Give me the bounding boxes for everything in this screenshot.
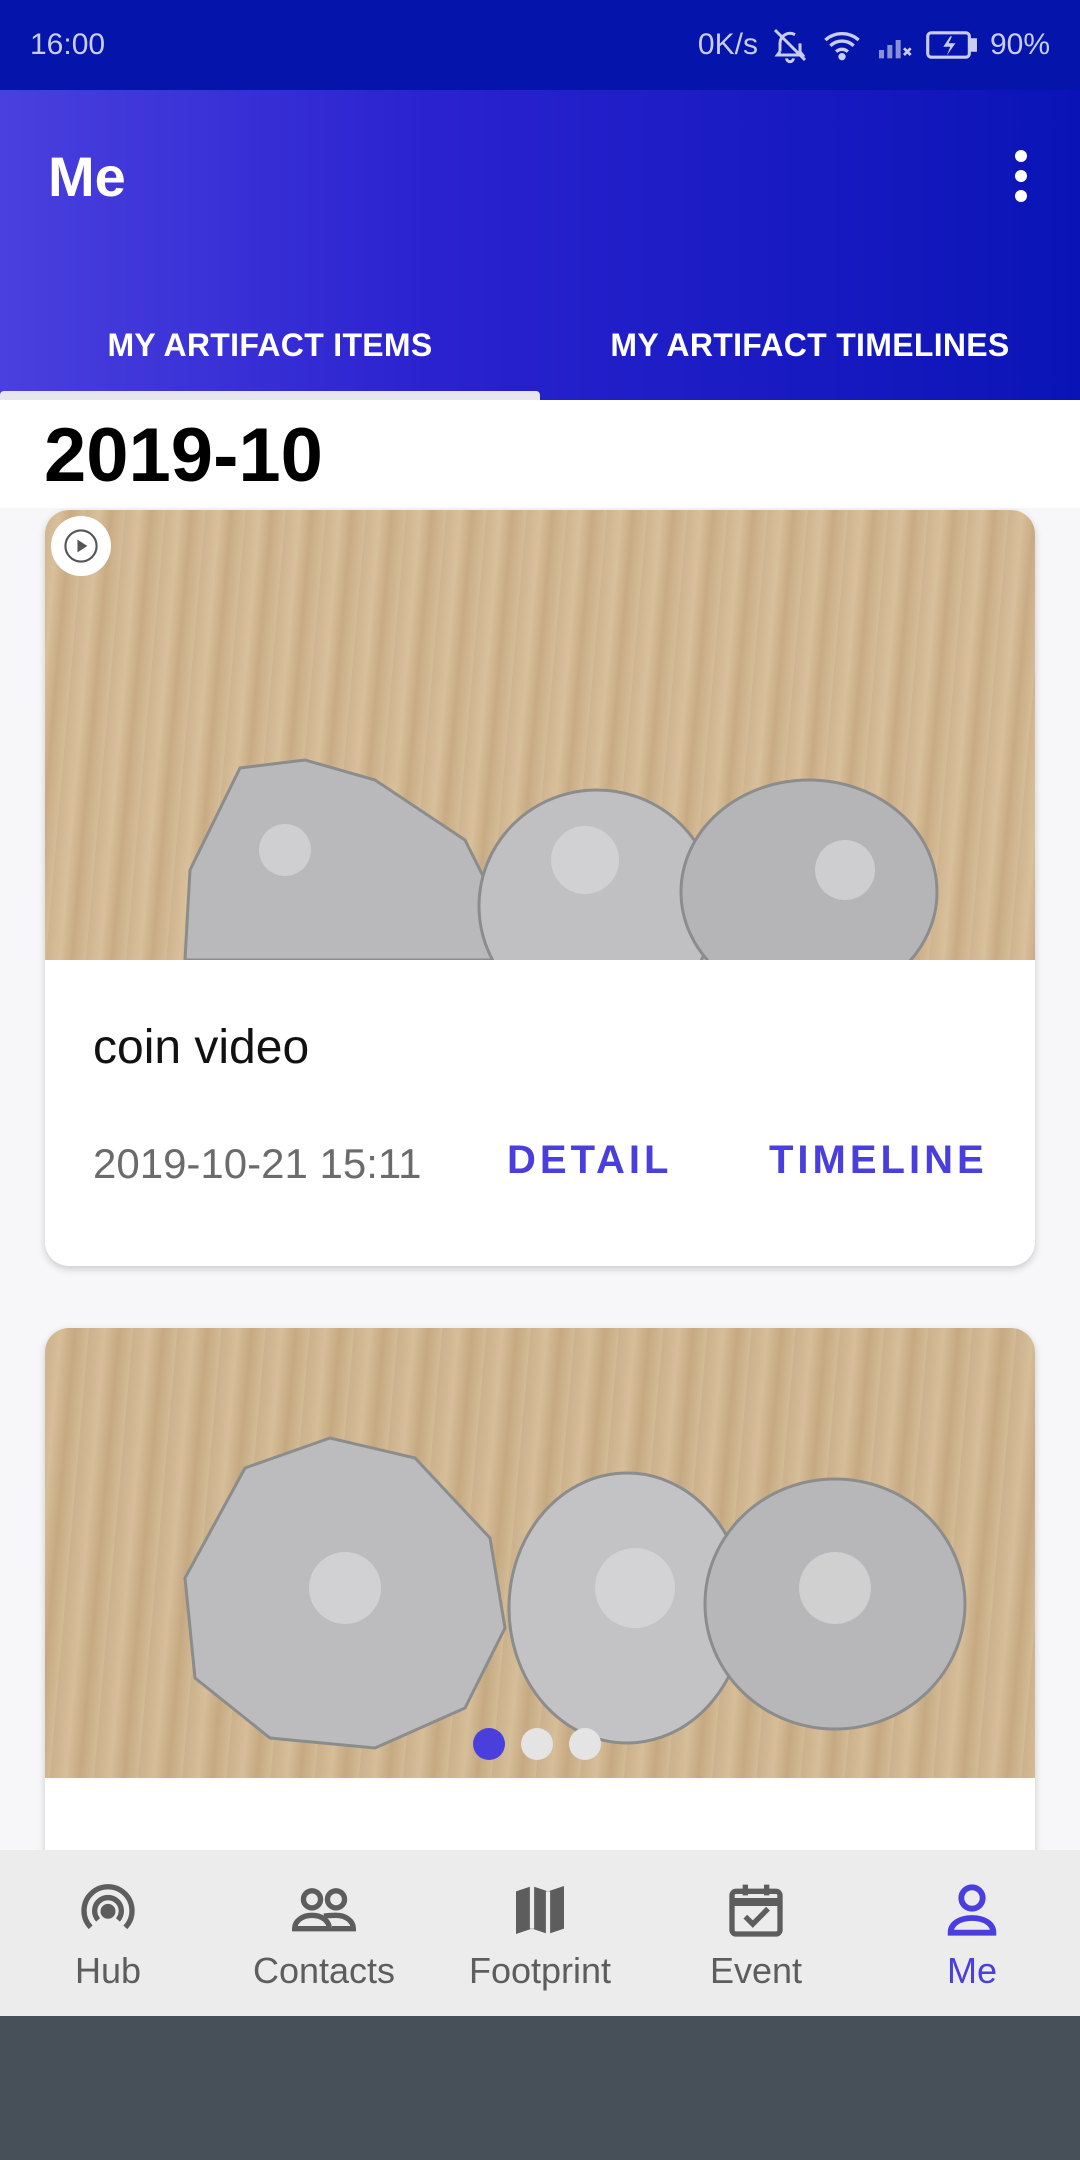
artifact-card[interactable]: coin video 2019-10-21 15:11 DETAIL TIMEL… (45, 510, 1035, 1266)
video-thumbnail[interactable] (45, 510, 1035, 960)
play-button[interactable] (51, 516, 111, 576)
nav-event[interactable]: Event (648, 1850, 864, 2016)
mute-bell-icon (770, 25, 810, 65)
nav-label: Event (709, 1950, 803, 1991)
status-bar: 16:00 0K/s 90% (0, 0, 1080, 90)
bottom-navigation: Hub Contacts Footprint Event Me (0, 1850, 1080, 2016)
nav-footprint[interactable]: Footprint (432, 1850, 648, 2016)
carousel-dot[interactable] (521, 1728, 553, 1760)
nav-label: Footprint (468, 1950, 612, 1991)
nav-hub[interactable]: Hub (0, 1850, 216, 2016)
battery-level: 90% (989, 28, 1050, 61)
nav-label: Contacts (252, 1950, 396, 1991)
card-date: 2019-10-21 15:11 (93, 1140, 422, 1187)
tab-bar: MY ARTIFACT ITEMS MY ARTIFACT TIMELINES (0, 290, 1080, 400)
month-label: 2019-10 (44, 413, 323, 498)
nav-contacts[interactable]: Contacts (216, 1850, 432, 2016)
system-navigation-bar (0, 2016, 1080, 2160)
coins-photo (183, 758, 939, 960)
carousel-dot[interactable] (569, 1728, 601, 1760)
status-icons: 0K/s 90% (698, 25, 1050, 65)
play-icon (64, 529, 98, 563)
wifi-icon (822, 25, 862, 65)
signal-icon (874, 25, 914, 65)
app-bar: Me MY ARTIFACT ITEMS MY ARTIFACT TIMELIN… (0, 90, 1080, 400)
tab-my-artifact-timelines[interactable]: MY ARTIFACT TIMELINES (540, 290, 1080, 400)
hub-icon (81, 1884, 135, 1930)
month-header: 2019-10 (0, 400, 1080, 508)
status-time: 16:00 (30, 28, 106, 61)
detail-button[interactable]: DETAIL (507, 1138, 672, 1183)
tab-indicator (0, 391, 540, 400)
carousel-indicator (473, 1728, 601, 1760)
battery-icon (926, 28, 978, 62)
tab-my-artifact-items[interactable]: MY ARTIFACT ITEMS (0, 290, 540, 400)
image-carousel[interactable] (45, 1328, 1035, 1778)
person-icon (947, 1884, 997, 1936)
card-title: coin video (93, 1021, 310, 1074)
nav-label: Hub (74, 1950, 142, 1991)
artifact-card[interactable] (45, 1328, 1035, 1850)
contacts-icon (291, 1888, 357, 1932)
timeline-button[interactable]: TIMELINE (769, 1138, 988, 1183)
artifact-list[interactable]: 2019-10 coin video 2019-10-21 15:11 DETA… (0, 400, 1080, 1850)
coins-photo (183, 1436, 967, 1750)
calendar-check-icon (729, 1884, 783, 1937)
more-vertical-icon (1015, 150, 1027, 202)
overflow-menu-button[interactable] (986, 136, 1056, 216)
map-icon (516, 1886, 564, 1934)
nav-label: Me (946, 1950, 997, 1991)
network-speed: 0K/s (697, 28, 758, 61)
carousel-dot[interactable] (473, 1728, 505, 1760)
page-title: Me (48, 145, 126, 208)
nav-me[interactable]: Me (864, 1850, 1080, 2016)
